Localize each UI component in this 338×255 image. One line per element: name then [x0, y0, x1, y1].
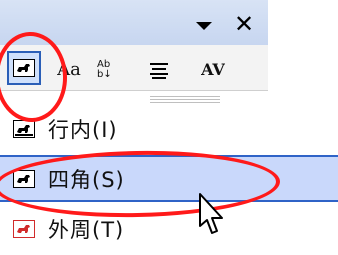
align-icon: [150, 63, 168, 79]
character-spacing-icon: Ab b↓: [97, 59, 112, 80]
chevron-down-icon[interactable]: [196, 22, 212, 30]
menu-item-inline[interactable]: 行内(I): [0, 105, 338, 152]
popup-header: ✕: [0, 0, 268, 46]
square-icon: [0, 155, 48, 202]
close-icon[interactable]: ✕: [232, 12, 256, 36]
wrap-style-button[interactable]: [7, 51, 41, 85]
layout-options-popup: ✕ Aa Ab b↓ AV 行内(I) 四角(S) 外周(T): [0, 0, 338, 255]
av-button[interactable]: AV: [193, 56, 233, 84]
pet-icon: [13, 59, 35, 77]
grip-handle[interactable]: [150, 96, 220, 104]
character-spacing-button[interactable]: Ab b↓: [97, 56, 125, 84]
tight-icon: [0, 205, 48, 252]
align-button[interactable]: [143, 56, 175, 84]
wrap-options-menu: 行内(I) 四角(S) 外周(T): [0, 105, 338, 255]
menu-item-square[interactable]: 四角(S): [0, 155, 338, 202]
inline-icon: [0, 105, 48, 152]
font-size-button[interactable]: Aa: [48, 56, 90, 84]
menu-item-tight[interactable]: 外周(T): [0, 205, 338, 252]
